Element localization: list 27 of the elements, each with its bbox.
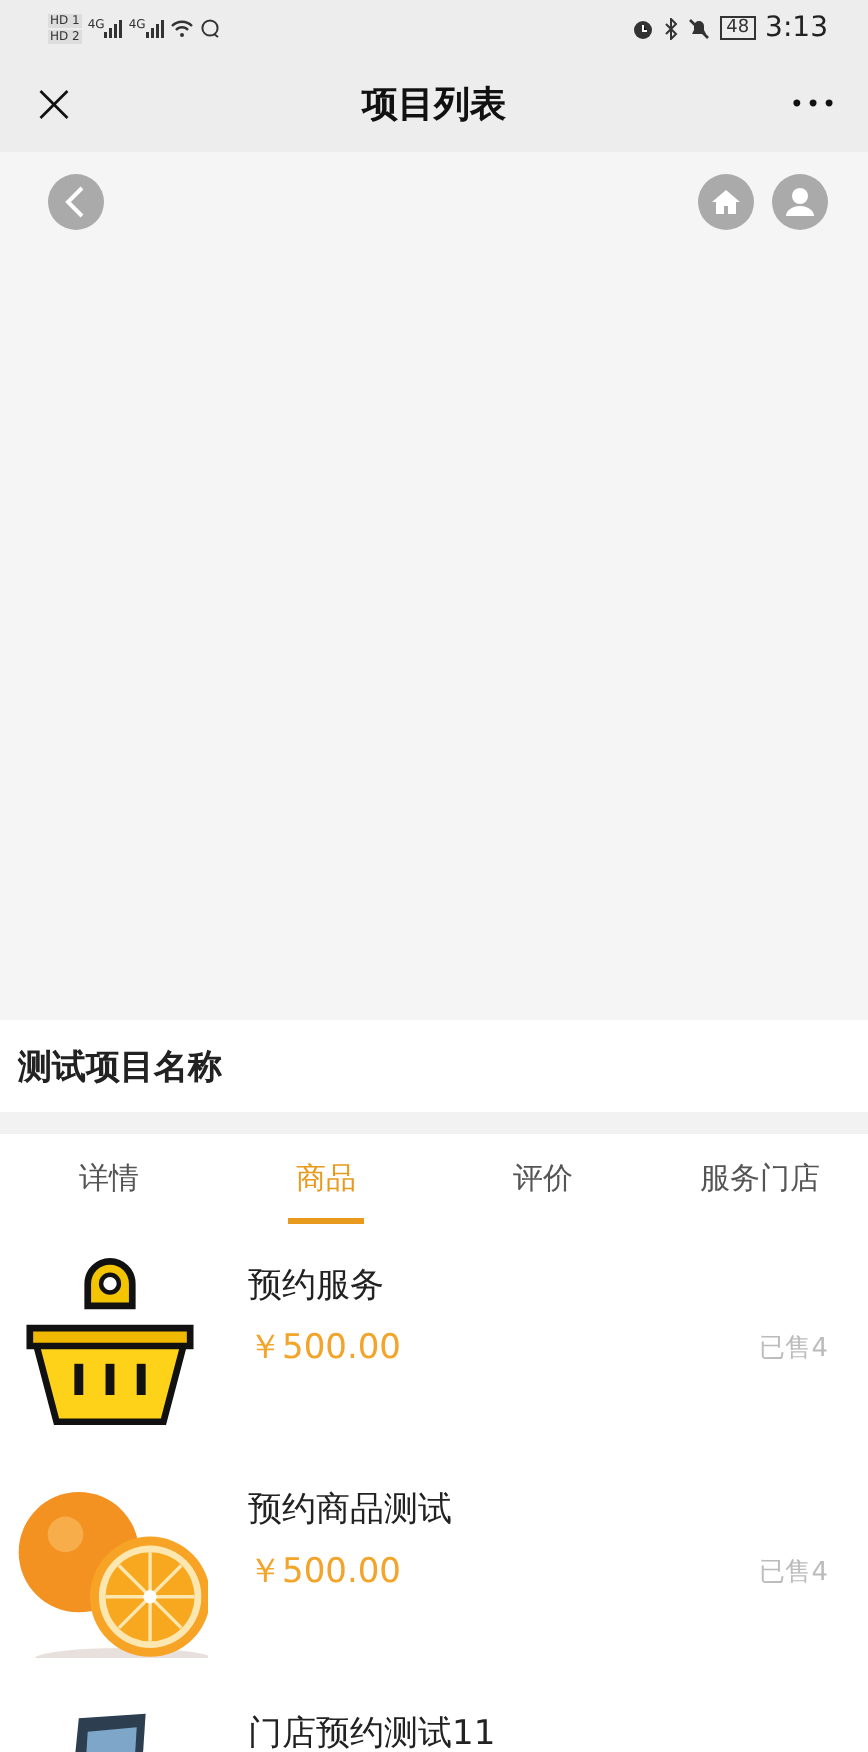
clock-time: 3:13 xyxy=(765,12,828,44)
product-name: 预约服务 xyxy=(248,1264,386,1308)
signal-icon xyxy=(145,19,164,37)
close-button[interactable]: × xyxy=(24,76,84,132)
home-icon xyxy=(710,188,742,216)
sold-count: 已售4 xyxy=(759,1331,828,1365)
sold-count: 已售4 xyxy=(759,1555,828,1589)
alarm-icon xyxy=(632,17,655,39)
more-button[interactable]: ••• xyxy=(784,90,844,118)
profile-button[interactable] xyxy=(772,174,828,230)
wifi-icon xyxy=(169,18,194,38)
home-button[interactable] xyxy=(698,174,754,230)
tab[interactable]: 详情 xyxy=(0,1134,217,1230)
product-price: ￥500.00 xyxy=(248,1550,401,1594)
page-title: 项目列表 xyxy=(362,82,506,128)
project-name: 测试项目名称 xyxy=(18,1045,222,1089)
battery-level: 48 xyxy=(720,16,756,40)
product-name: 预约商品测试 xyxy=(248,1488,454,1532)
muted-bell-icon xyxy=(688,17,711,39)
product-price: ￥500.00 xyxy=(248,1326,401,1370)
tab[interactable]: 服务门店 xyxy=(651,1134,868,1230)
bluetooth-icon xyxy=(664,17,679,39)
signal-icon xyxy=(104,19,123,37)
person-icon xyxy=(784,186,816,218)
product-name: 门店预约测试11 xyxy=(248,1712,498,1752)
tab[interactable]: 评价 xyxy=(434,1134,651,1230)
back-button[interactable] xyxy=(48,174,104,230)
